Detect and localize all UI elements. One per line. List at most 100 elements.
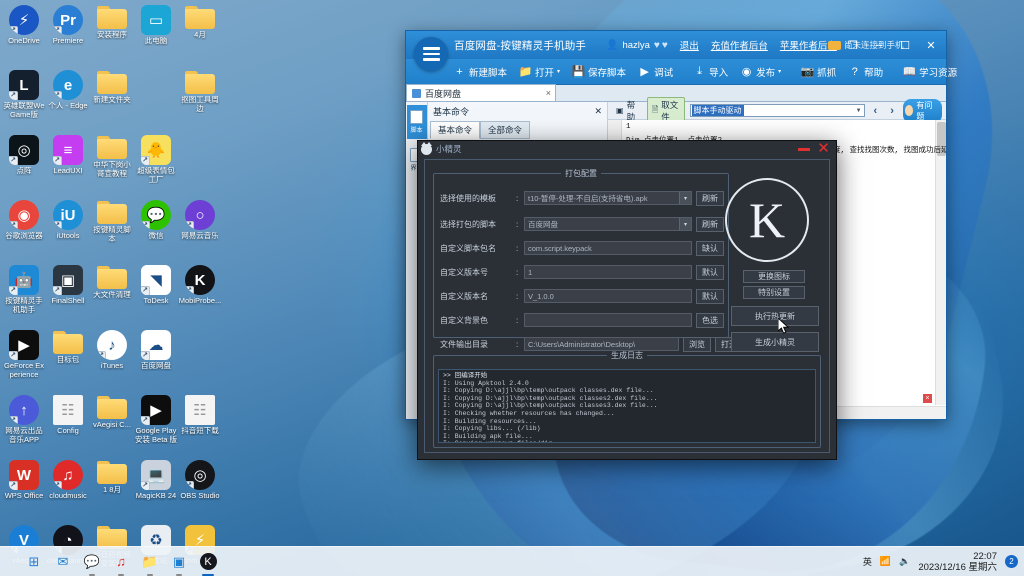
desktop-icon[interactable]: 安装程序 xyxy=(90,2,134,67)
field-action-button[interactable]: 默认 xyxy=(696,264,724,280)
clock[interactable]: 22:07 2023/12/16 星期六 xyxy=(918,551,997,573)
chevron-down-icon[interactable]: ▾ xyxy=(679,218,691,230)
hot-update-button[interactable]: 执行热更新 xyxy=(731,306,819,326)
desktop-icon[interactable]: ☁ ↗ 百度网盘 xyxy=(134,327,178,392)
toolbar-import-button[interactable]: ⤓ 导入 xyxy=(688,63,733,81)
field-action-button[interactable]: 刷新 xyxy=(696,190,724,206)
command-panel-pin-icon[interactable]: ✕ xyxy=(594,106,602,117)
desktop-icon[interactable]: 🤖 ↗ 按键精灵手机助手 xyxy=(2,262,46,327)
ime-indicator[interactable]: 英 xyxy=(863,555,872,568)
desktop-icon[interactable]: vAegisi C... xyxy=(90,392,134,457)
desktop-icon[interactable]: ♪ ↗ iTunes xyxy=(90,327,134,392)
toolbar-folder-open-button[interactable]: 📁 打开 ▾ xyxy=(514,63,565,81)
link-logout[interactable]: 退出 xyxy=(680,38,699,52)
desktop-icon[interactable]: ◎ ↗ 点阵 xyxy=(2,132,46,197)
volume-icon[interactable]: 🔈 xyxy=(899,556,910,567)
change-icon-button[interactable]: 更换图标 xyxy=(743,270,805,283)
desktop-icon[interactable]: ◎ ↗ OBS Studio xyxy=(178,457,222,522)
menu-hamburger-icon[interactable] xyxy=(414,37,448,71)
desktop-icon[interactable]: 大文件清理 xyxy=(90,262,134,327)
keypack-icon[interactable]: K xyxy=(198,552,218,576)
field-input[interactable]: 1 xyxy=(524,265,692,279)
field-input[interactable] xyxy=(524,313,692,327)
desktop-icon[interactable]: 1 8月 xyxy=(90,457,134,522)
toolbar-help-button[interactable]: ? 帮助 xyxy=(843,63,888,81)
toolbar-camera-button[interactable]: 📷 抓抓 xyxy=(796,63,841,81)
desktop-icon[interactable]: ▭ 此电脑 xyxy=(134,2,178,67)
desktop-icon[interactable]: 🐥 ↗ 超级表情包工厂 xyxy=(134,132,178,197)
desktop-icon[interactable]: 中华下岗小哥宣教程 xyxy=(90,132,134,197)
close-button[interactable]: ✕ xyxy=(918,32,944,58)
desktop-icon[interactable]: ↑ ↗ 网易云出品音乐APP xyxy=(2,392,46,457)
desktop-icon[interactable]: iU ↗ iUtools xyxy=(46,197,90,262)
desktop-icon[interactable]: 4月 xyxy=(178,2,222,67)
desktop-icon[interactable]: ▶ ↗ GeForce Experience xyxy=(2,327,46,392)
tab-all-commands[interactable]: 全部命令 xyxy=(480,121,531,139)
start-button[interactable]: ⊞ xyxy=(24,552,44,572)
desktop-icon[interactable]: ⚡ ↗ OneDrive xyxy=(2,2,46,67)
dialog-close-button[interactable]: ✕ xyxy=(816,141,831,156)
tab-baidu-netdisk[interactable]: 百度网盘 × xyxy=(406,84,556,101)
restore-button[interactable]: ❐ xyxy=(840,32,866,58)
notification-badge[interactable]: 2 xyxy=(1005,555,1018,568)
chevron-down-icon[interactable]: ▾ xyxy=(557,68,560,75)
desktop-icon[interactable]: 抠图工具周边 xyxy=(178,67,222,132)
toolbar-save-button[interactable]: 💾 保存脚本 xyxy=(567,63,631,81)
editor-mode-select[interactable]: 脚本手动驱动 ▼ xyxy=(689,104,865,117)
desktop-icon[interactable]: 新建文件夹 xyxy=(90,67,134,132)
prev-button[interactable]: ‹ xyxy=(870,105,882,117)
desktop-icon[interactable]: 💬 ↗ 微信 xyxy=(134,197,178,262)
tab-close-icon[interactable]: × xyxy=(546,88,551,98)
desktop-icon[interactable]: ◉ ↗ 谷歌浏览器 xyxy=(2,197,46,262)
wifi-icon[interactable]: 📶 xyxy=(880,556,891,567)
desktop-icon[interactable]: Pr ↗ Premiere xyxy=(46,2,90,67)
desktop-icon[interactable]: 目标包 xyxy=(46,327,90,392)
link-recharge-backend[interactable]: 充值作者后台 xyxy=(711,38,768,52)
field-action-button[interactable]: 缺认 xyxy=(696,240,724,256)
desktop-icon[interactable]: 💻 ↗ MagicKB 24 xyxy=(134,457,178,522)
desktop-icon[interactable]: ♫ ↗ cloudmusic xyxy=(46,457,90,522)
desktop-icon[interactable]: K ↗ MobiProbe... xyxy=(178,262,222,327)
next-button[interactable]: › xyxy=(886,105,898,117)
chevron-down-icon[interactable]: ▾ xyxy=(778,68,781,75)
desktop-icon[interactable]: ☷ Config xyxy=(46,392,90,457)
toolbar-plus-button[interactable]: + 新建脚本 xyxy=(448,63,512,81)
field-action-button[interactable]: 默认 xyxy=(696,288,724,304)
toolbar-book-button[interactable]: 📖 学习资源 xyxy=(898,63,962,81)
desktop-icon[interactable]: ◥ ↗ ToDesk xyxy=(134,262,178,327)
build-log-output[interactable]: >> 回编译开始 I: Using Apktool 2.4.0 I: Copying… xyxy=(438,369,816,443)
field-input[interactable]: V_1.0.0 xyxy=(524,289,692,303)
desktop-icon[interactable]: W ↗ WPS Office xyxy=(2,457,46,522)
field-action-button[interactable]: 刷新 xyxy=(696,216,724,232)
desktop-icon[interactable]: L ↗ 英雄联盟WeGame版 xyxy=(2,67,46,132)
chevron-down-icon[interactable]: ▾ xyxy=(679,192,691,204)
field-input[interactable]: com.script.keypack xyxy=(524,241,692,255)
maximize-button[interactable]: ☐ xyxy=(892,32,918,58)
field-combo[interactable]: 百度网盘 ▾ xyxy=(524,217,692,231)
field-combo[interactable]: t10-暂停-处理-不自启(支持省电).apk ▾ xyxy=(524,191,692,205)
tab-basic-commands[interactable]: 基本命令 xyxy=(430,121,481,139)
field-action-button[interactable]: 色选 xyxy=(696,312,724,328)
code-close-icon[interactable]: × xyxy=(923,394,932,403)
file-explorer-icon[interactable]: 📁 xyxy=(140,552,160,576)
todesk-icon[interactable]: ▣ xyxy=(169,552,189,576)
account-area[interactable]: 👤 hazlya ♥ ♥ 退出 充值作者后台 苹果作者后台 xyxy=(606,38,837,53)
desktop-icon[interactable]: ▶ ↗ Google Play 安装 Beta 版 xyxy=(134,392,178,457)
minimize-button[interactable]: – xyxy=(866,32,892,58)
code-vertical-scrollbar[interactable] xyxy=(935,120,946,405)
desktop-icon[interactable]: 按键精灵脚本 xyxy=(90,197,134,262)
wechat-icon[interactable]: 💬 xyxy=(82,552,102,576)
toolbar-play-button[interactable]: ▶ 调试 xyxy=(633,63,678,81)
desktop-icon[interactable]: e ↗ 个人 - Edge xyxy=(46,67,90,132)
netease-music-icon[interactable]: ♫ xyxy=(111,552,131,576)
dialog-minimize-button[interactable] xyxy=(798,144,810,153)
desktop-icon[interactable]: ▣ ↗ FinalShell xyxy=(46,262,90,327)
help-pill-button[interactable]: 有问题 xyxy=(902,98,942,123)
desktop-icon[interactable]: ≡ ↗ LeadUXI xyxy=(46,132,90,197)
rail-item-script[interactable]: 脚本 xyxy=(406,105,427,139)
field-input[interactable]: C:\Users\Administrator\Desktop\ xyxy=(524,337,679,351)
mail-icon[interactable]: ✉ xyxy=(53,552,73,572)
generate-button[interactable]: 生成小精灵 xyxy=(731,332,819,352)
special-settings-button[interactable]: 特别设置 xyxy=(743,286,805,299)
desktop-icon[interactable]: ○ ↗ 网易云音乐 xyxy=(178,197,222,262)
